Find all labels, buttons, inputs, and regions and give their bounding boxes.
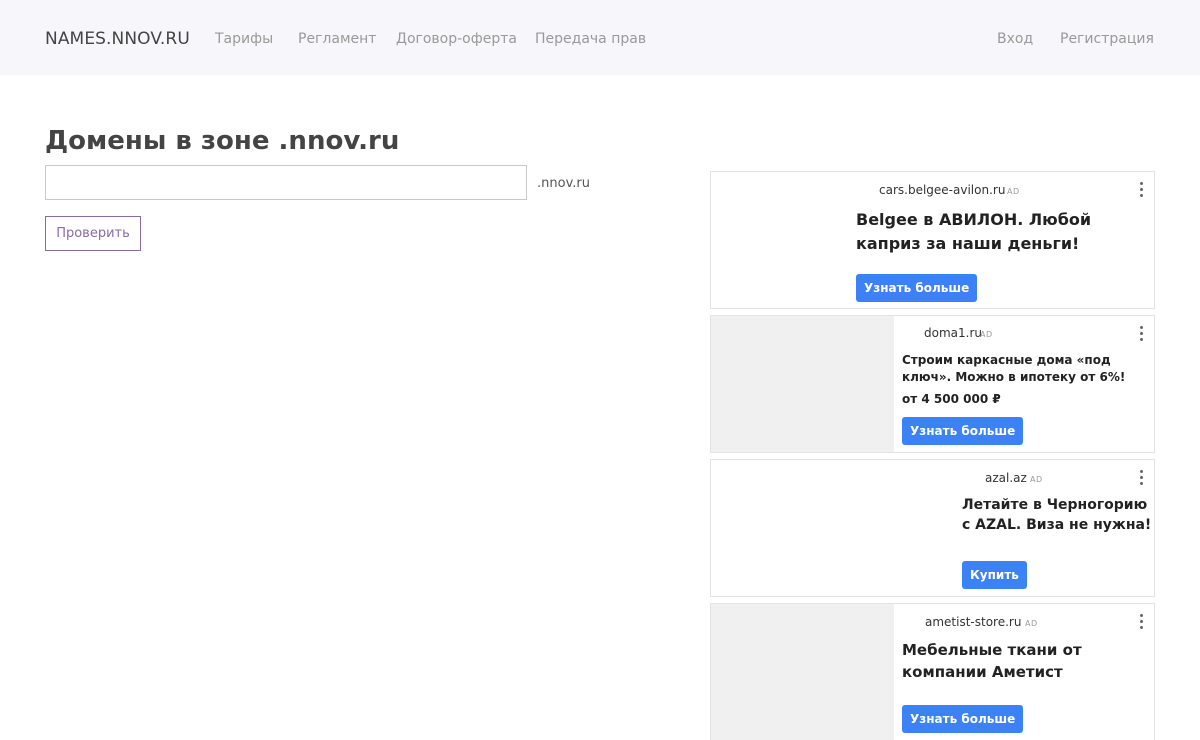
ad-card[interactable]: azal.az AD Летайте в Черногорию с AZAL. … — [710, 459, 1155, 597]
register-link[interactable]: Регистрация — [1060, 31, 1154, 47]
page-title: Домены в зоне .nnov.ru — [45, 126, 400, 156]
ad-badge: AD — [1030, 475, 1043, 484]
ad-domain[interactable]: doma1.ru — [924, 326, 982, 340]
nav-link-tariffs[interactable]: Тарифы — [215, 31, 273, 47]
top-navbar: NAMES.NNOV.RU Тарифы Регламент Договор-о… — [0, 0, 1200, 75]
more-options-icon[interactable] — [1138, 470, 1144, 486]
nav-link-rights-transfer[interactable]: Передача прав — [535, 31, 646, 47]
ad-price: от 4 500 000 ₽ — [902, 392, 1001, 406]
check-domain-button[interactable]: Проверить — [45, 216, 141, 251]
ad-cta-button[interactable]: Узнать больше — [902, 705, 1024, 733]
more-options-icon[interactable] — [1138, 182, 1144, 198]
domain-search-input[interactable] — [45, 165, 527, 200]
ad-badge: AD — [1025, 619, 1038, 628]
ad-title[interactable]: Belgee в АВИЛОН. Любой каприз за наши де… — [856, 208, 1146, 256]
ad-title[interactable]: Летайте в Черногорию с AZAL. Виза не нуж… — [962, 495, 1152, 535]
ad-image-placeholder[interactable] — [711, 604, 894, 740]
more-options-icon[interactable] — [1138, 326, 1144, 342]
nav-link-regulations[interactable]: Регламент — [298, 31, 376, 47]
nav-link-offer-contract[interactable]: Договор-оферта — [396, 31, 517, 47]
ad-card[interactable]: ametist-store.ru AD Мебельные ткани от к… — [710, 603, 1155, 740]
ad-domain[interactable]: cars.belgee-avilon.ru — [879, 183, 1005, 197]
ad-card[interactable]: doma1.ru AD Строим каркасные дома «под к… — [710, 315, 1155, 453]
ad-domain[interactable]: ametist-store.ru — [925, 615, 1021, 629]
ad-card[interactable]: cars.belgee-avilon.ru AD Belgee в АВИЛОН… — [710, 171, 1155, 309]
ad-title[interactable]: Строим каркасные дома «под ключ». Можно … — [902, 352, 1148, 386]
site-logo-link[interactable]: NAMES.NNOV.RU — [45, 29, 190, 49]
ad-cta-button[interactable]: Узнать больше — [856, 274, 978, 302]
ad-cta-button[interactable]: Купить — [962, 561, 1027, 589]
ad-domain[interactable]: azal.az — [985, 471, 1027, 485]
more-options-icon[interactable] — [1138, 614, 1144, 630]
ad-badge: AD — [980, 330, 993, 339]
zone-suffix-label: .nnov.ru — [537, 176, 590, 191]
login-link[interactable]: Вход — [997, 31, 1033, 47]
ad-cta-button[interactable]: Узнать больше — [902, 417, 1024, 445]
ad-image-placeholder[interactable] — [711, 316, 894, 452]
ad-title[interactable]: Мебельные ткани от компании Аметист — [902, 639, 1082, 683]
ad-badge: AD — [1007, 187, 1020, 196]
